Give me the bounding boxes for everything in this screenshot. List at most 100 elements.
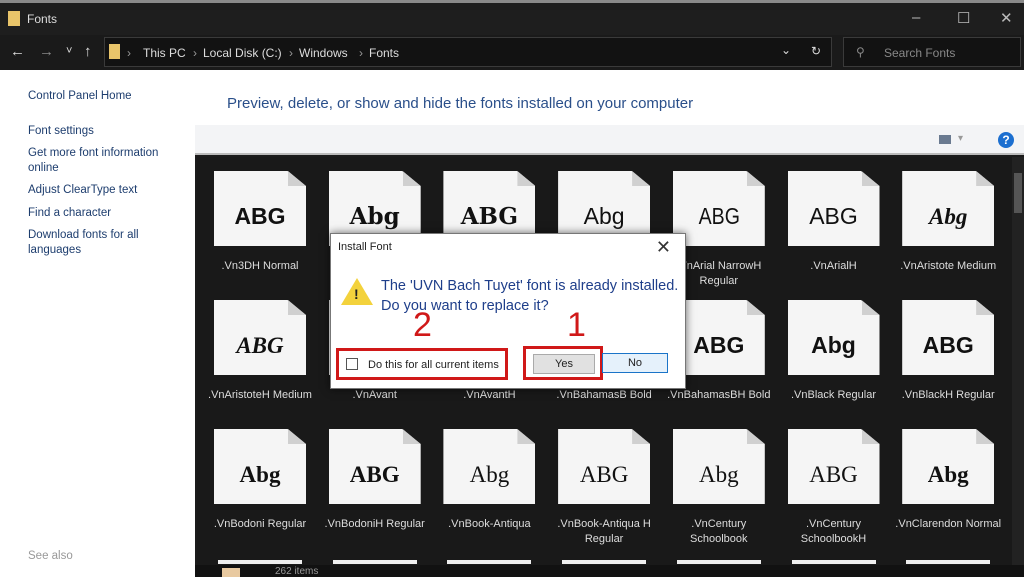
- page-fold: [517, 171, 536, 186]
- warning-icon: !: [341, 278, 373, 305]
- font-name[interactable]: .VnBodoniH Regular: [319, 517, 431, 532]
- close-button[interactable]: ✕: [1000, 9, 1013, 27]
- view-dropdown-icon[interactable]: ▾: [958, 133, 963, 144]
- page-title: Preview, delete, or show and hide the fo…: [227, 95, 694, 112]
- dialog-close-button[interactable]: ✕: [656, 237, 671, 258]
- page-fold: [976, 171, 995, 186]
- font-tile-partial[interactable]: [791, 560, 876, 564]
- search-icon: ⚲: [856, 45, 865, 59]
- font-name[interactable]: .VnBahamasB Bold: [548, 388, 660, 403]
- scrollbar-thumb[interactable]: [1014, 173, 1022, 213]
- path-separator: ›: [359, 46, 363, 60]
- page-fold: [746, 300, 765, 315]
- font-name[interactable]: .VnCentury Schoolbook: [663, 517, 775, 547]
- fonts-folder-icon: [8, 11, 20, 26]
- font-sample: Abg: [469, 462, 510, 487]
- page-fold: [288, 429, 306, 444]
- font-sample: ABG: [698, 203, 740, 229]
- font-tile-partial[interactable]: [676, 560, 761, 564]
- yes-button[interactable]: Yes: [533, 354, 595, 374]
- refresh-icon[interactable]: ↻: [811, 44, 821, 58]
- link-control-panel-home[interactable]: Control Panel Home: [28, 89, 178, 104]
- font-sample: Abg: [811, 332, 856, 358]
- font-name[interactable]: .VnAvantH: [433, 388, 545, 403]
- annotation-1: 1: [567, 306, 586, 344]
- page-fold: [861, 171, 880, 186]
- install-font-dialog: Install Font ✕ ! The 'UVN Bach Tuyet' fo…: [330, 233, 686, 389]
- font-sample: Abg: [698, 462, 739, 487]
- address-dropdown-icon[interactable]: ⌄: [781, 43, 791, 57]
- font-name[interactable]: .VnAvant: [319, 388, 431, 403]
- font-name[interactable]: .VnBlack Regular: [778, 388, 890, 403]
- page-fold: [632, 429, 651, 444]
- help-icon[interactable]: ?: [998, 132, 1014, 148]
- font-sample: Abg: [929, 204, 968, 229]
- breadcrumb-local-disk[interactable]: Local Disk (C:): [203, 46, 282, 60]
- page-fold: [976, 300, 995, 315]
- font-sample: Abg: [239, 462, 281, 487]
- font-name[interactable]: .VnBodoni Regular: [204, 517, 316, 532]
- path-separator: ›: [289, 46, 293, 60]
- do-for-all-checkbox[interactable]: Do this for all current items: [336, 348, 508, 380]
- font-tile-partial[interactable]: [906, 560, 991, 564]
- font-name[interactable]: .Vn3DH Normal: [204, 259, 316, 274]
- font-tile-partial[interactable]: [562, 560, 647, 564]
- page-fold: [746, 171, 765, 186]
- font-name[interactable]: .VnClarendon Normal: [892, 517, 1004, 532]
- page-fold: [517, 429, 536, 444]
- font-name[interactable]: .VnArialH: [778, 259, 890, 274]
- link-font-settings[interactable]: Font settings: [28, 124, 178, 139]
- minimize-button[interactable]: –: [912, 9, 920, 26]
- status-bar: 262 items: [195, 565, 1024, 577]
- page-fold: [402, 429, 421, 444]
- font-name[interactable]: .VnBook-Antiqua H Regular: [548, 517, 660, 547]
- font-sample: ABG: [809, 462, 858, 487]
- font-name[interactable]: .VnBook-Antiqua: [433, 517, 545, 532]
- font-name[interactable]: .VnAristoteH Medium: [204, 388, 316, 403]
- breadcrumb-windows[interactable]: Windows: [299, 46, 348, 60]
- font-sample: ABG: [349, 462, 400, 487]
- path-separator: ›: [193, 46, 197, 60]
- item-count: 262 items: [275, 566, 319, 577]
- link-download-fonts[interactable]: Download fonts for all languages: [28, 228, 178, 258]
- link-find-character[interactable]: Find a character: [28, 206, 178, 221]
- forward-button[interactable]: →: [39, 43, 54, 60]
- font-tile-partial[interactable]: [218, 560, 302, 564]
- annotation-2: 2: [413, 306, 432, 344]
- search-placeholder: Search Fonts: [884, 46, 956, 60]
- link-more-font-info[interactable]: Get more font information online: [28, 146, 178, 176]
- recent-locations-button[interactable]: ˅: [66, 45, 72, 57]
- font-tile-partial[interactable]: [332, 560, 417, 564]
- checkbox-box[interactable]: [346, 358, 358, 370]
- font-sample: ABG: [234, 203, 286, 229]
- view-icon[interactable]: [939, 135, 951, 144]
- address-bar-row: ← → ˅ ↑ › This PC › Local Disk (C:) › Wi…: [0, 35, 1024, 70]
- link-adjust-cleartype[interactable]: Adjust ClearType text: [28, 183, 178, 198]
- title-bar: Fonts – ☐ ✕: [0, 0, 1024, 35]
- font-sample: ABG: [236, 333, 284, 358]
- font-sample: ABG: [693, 332, 745, 358]
- font-name[interactable]: .VnBlackH Regular: [892, 388, 1004, 403]
- scrollbar[interactable]: [1012, 157, 1024, 565]
- breadcrumb-fonts[interactable]: Fonts: [369, 46, 399, 60]
- dialog-title: Install Font: [338, 241, 392, 253]
- address-bar[interactable]: › This PC › Local Disk (C:) › Windows › …: [104, 37, 832, 67]
- font-sample: ABG: [809, 203, 858, 229]
- page-fold: [632, 171, 651, 186]
- search-input[interactable]: ⚲ Search Fonts: [843, 37, 1021, 67]
- content-header: Preview, delete, or show and hide the fo…: [195, 70, 1024, 125]
- back-button[interactable]: ←: [10, 43, 25, 60]
- status-icon: [222, 568, 240, 577]
- font-name[interactable]: .VnCentury SchoolbookH: [778, 517, 890, 547]
- up-button[interactable]: ↑: [84, 43, 92, 60]
- page-fold: [861, 429, 880, 444]
- font-name[interactable]: .VnAristote Medium: [892, 259, 1004, 274]
- font-name[interactable]: .VnBahamasBH Bold: [663, 388, 775, 403]
- maximize-button[interactable]: ☐: [957, 9, 970, 27]
- annotation-box-yes: Yes: [523, 346, 603, 380]
- font-tile-partial[interactable]: [447, 560, 532, 564]
- breadcrumb-this-pc[interactable]: This PC: [143, 46, 186, 60]
- font-sample: ABG: [579, 462, 629, 487]
- no-button[interactable]: No: [602, 353, 668, 373]
- page-fold: [402, 171, 421, 186]
